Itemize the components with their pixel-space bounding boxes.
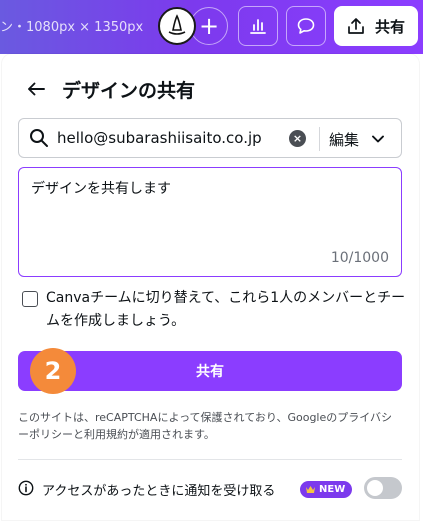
page-title: デザインの共有: [62, 80, 196, 102]
avatar[interactable]: [158, 7, 196, 45]
canvas-size-label: ン・1080px × 1350px: [0, 20, 144, 35]
divider: [18, 459, 402, 460]
step-number-badge: 2: [30, 348, 76, 394]
share-upload-icon: [348, 18, 364, 34]
create-team-checkbox[interactable]: [22, 291, 38, 307]
character-count: 10/1000: [330, 250, 389, 266]
message-textarea[interactable]: デザインを共有します 10/1000: [18, 167, 402, 277]
comment-icon: [297, 18, 315, 34]
comments-button[interactable]: [286, 6, 326, 46]
share-top-label: 共有: [374, 17, 405, 36]
notification-label: アクセスがあったときに通知を受け取る: [42, 484, 276, 499]
access-notification-row: アクセスがあったときに通知を受け取る NEW: [18, 477, 402, 501]
search-input[interactable]: hello@subarashiisaito.co.jp: [57, 129, 262, 147]
toggle-knob: [367, 480, 383, 496]
people-search-field[interactable]: hello@subarashiisaito.co.jp × 編集: [18, 118, 402, 158]
back-button[interactable]: [24, 77, 48, 101]
editor-top-bar: ン・1080px × 1350px + 共有: [0, 0, 423, 54]
message-text[interactable]: デザインを共有します: [31, 178, 171, 198]
arrow-left-icon: [28, 82, 45, 96]
share-top-button[interactable]: 共有: [334, 6, 418, 46]
recaptcha-notice: このサイトは、reCAPTCHAによって保護されており、Googleのプライバシ…: [18, 411, 393, 441]
permission-dropdown[interactable]: 編集: [329, 129, 359, 150]
bar-chart-icon: [250, 19, 266, 34]
analytics-button[interactable]: [238, 6, 278, 46]
new-badge: NEW: [300, 481, 353, 498]
notification-toggle[interactable]: [364, 477, 402, 499]
share-button-label: 共有: [196, 364, 224, 380]
share-design-panel: デザインの共有 hello@subarashiisaito.co.jp × 編集…: [2, 54, 419, 520]
info-icon[interactable]: [18, 480, 34, 496]
clear-icon[interactable]: ×: [289, 130, 306, 147]
new-badge-label: NEW: [319, 484, 346, 495]
create-team-label[interactable]: Canvaチームに切り替えて、これら1人のメンバーとチームを作成しましょう。: [46, 287, 406, 333]
crown-icon: [306, 486, 315, 493]
witch-hat-avatar-icon: [168, 14, 186, 35]
divider: [319, 127, 320, 151]
search-icon: [30, 129, 48, 147]
chevron-down-icon[interactable]: [371, 132, 385, 146]
